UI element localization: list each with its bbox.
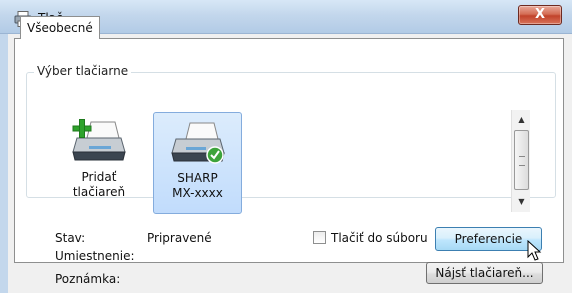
scroll-down-icon[interactable]: ▼	[512, 194, 531, 210]
tab-general[interactable]: Všeobecné	[20, 16, 100, 39]
preferences-button[interactable]: Preferencie	[435, 227, 542, 251]
printer-name-line2: MX-xxxx	[172, 186, 223, 200]
printer-name-line1: Pridať	[81, 170, 117, 184]
printer-select-legend: Výber tlačiarne	[34, 64, 132, 78]
scroll-thumb[interactable]	[514, 130, 529, 190]
printer-item-add[interactable]: Pridať tlačiareň	[64, 112, 134, 200]
printer-list-scrollbar[interactable]: ▲ ▼	[511, 110, 530, 212]
add-printer-icon	[72, 119, 126, 161]
scroll-up-icon[interactable]: ▲	[512, 112, 531, 128]
printer-name-line1: SHARP	[177, 171, 218, 185]
print-to-file-label: Tlačiť do súboru	[331, 231, 428, 245]
mouse-cursor-icon	[527, 240, 542, 261]
status-value: Pripravené	[147, 231, 212, 245]
find-printer-button[interactable]: Nájsť tlačiareň...	[426, 262, 543, 284]
location-label: Umiestnenie:	[55, 249, 135, 263]
print-to-file-checkbox[interactable]	[313, 231, 326, 244]
status-label: Stav:	[55, 231, 86, 245]
print-to-file-option[interactable]: Tlačiť do súboru	[313, 231, 428, 245]
printer-default-icon	[170, 122, 225, 164]
close-button[interactable]: X	[518, 5, 562, 25]
printer-name-line2: tlačiareň	[72, 185, 126, 199]
note-label: Poznámka:	[55, 272, 121, 286]
printer-item-sharp[interactable]: SHARP MX-xxxx	[153, 112, 242, 214]
